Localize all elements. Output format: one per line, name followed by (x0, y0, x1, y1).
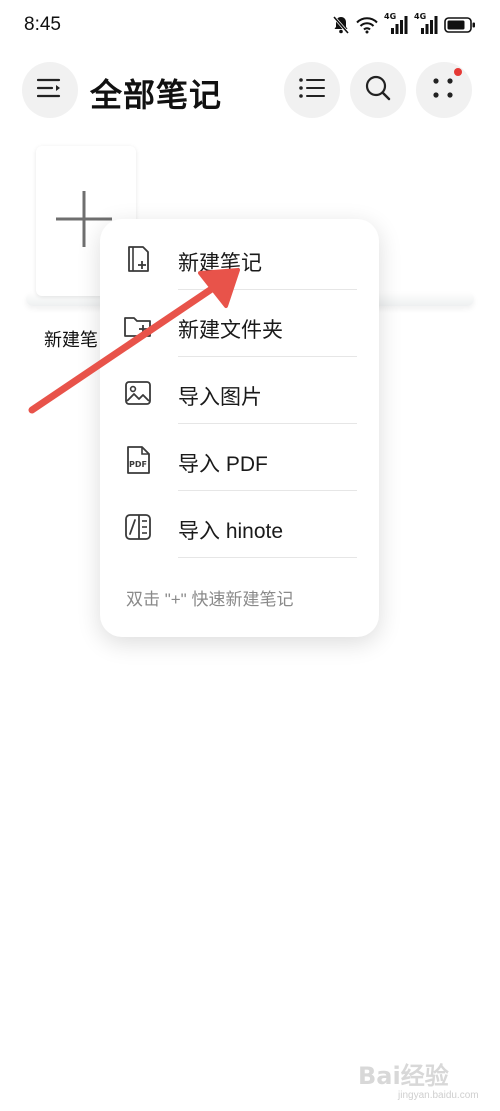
wifi-icon (356, 16, 378, 34)
status-bar: 8:45 4G 4G (0, 0, 500, 52)
menu-item-label: 导入图片 (178, 386, 262, 409)
menu-item-new-folder[interactable]: 新建文件夹 (100, 290, 379, 357)
watermark-url: jingyan.baidu.com (398, 1090, 479, 1101)
more-button[interactable] (416, 62, 472, 118)
network-type-label: 4G (384, 12, 397, 21)
menu-item-label: 新建文件夹 (178, 319, 283, 342)
notification-dot (454, 68, 462, 76)
create-popup-menu: 新建笔记 新建文件夹 导入图片 PDF 导入 PDF 导入 hinote 双击 … (100, 219, 379, 637)
pdf-icon-text: PDF (129, 460, 147, 469)
new-note-tile-label: 新建笔 (44, 330, 98, 350)
status-time: 8:45 (24, 14, 61, 35)
menu-item-import-pdf[interactable]: PDF 导入 PDF (100, 424, 379, 491)
battery-icon (444, 16, 476, 34)
menu-item-import-image[interactable]: 导入图片 (100, 357, 379, 424)
status-icons: 4G 4G (332, 12, 476, 36)
menu-item-label: 导入 PDF (178, 453, 268, 476)
search-button[interactable] (350, 62, 406, 118)
sidebar-menu-button[interactable] (22, 62, 78, 118)
image-icon (122, 377, 154, 409)
new-folder-icon (122, 310, 154, 342)
watermark-brand: Bai经验 (358, 1062, 449, 1090)
signal-4g-2-icon: 4G (414, 12, 438, 36)
signal-4g-1-icon: 4G (384, 12, 408, 36)
page-title: 全部笔记 (90, 77, 223, 113)
menu-item-label: 新建笔记 (178, 252, 262, 275)
sidebar-menu-icon (36, 77, 63, 104)
bell-mute-icon (332, 15, 350, 35)
quick-create-hint: 双击 "+" 快速新建笔记 (126, 590, 294, 609)
menu-item-label: 导入 hinote (178, 520, 284, 543)
list-view-button[interactable] (284, 62, 340, 118)
menu-item-new-note[interactable]: 新建笔记 (100, 223, 379, 290)
hinote-icon (122, 511, 154, 543)
more-dots-icon (431, 75, 457, 106)
new-note-icon (122, 243, 154, 275)
network-type-label: 4G (414, 12, 427, 21)
pdf-file-icon: PDF (122, 444, 154, 476)
menu-item-import-hinote[interactable]: 导入 hinote (100, 491, 379, 558)
menu-divider (178, 557, 357, 558)
search-icon (364, 74, 392, 107)
watermark: Bai经验 jingyan.baidu.com (358, 1056, 479, 1104)
list-view-icon (298, 77, 326, 104)
